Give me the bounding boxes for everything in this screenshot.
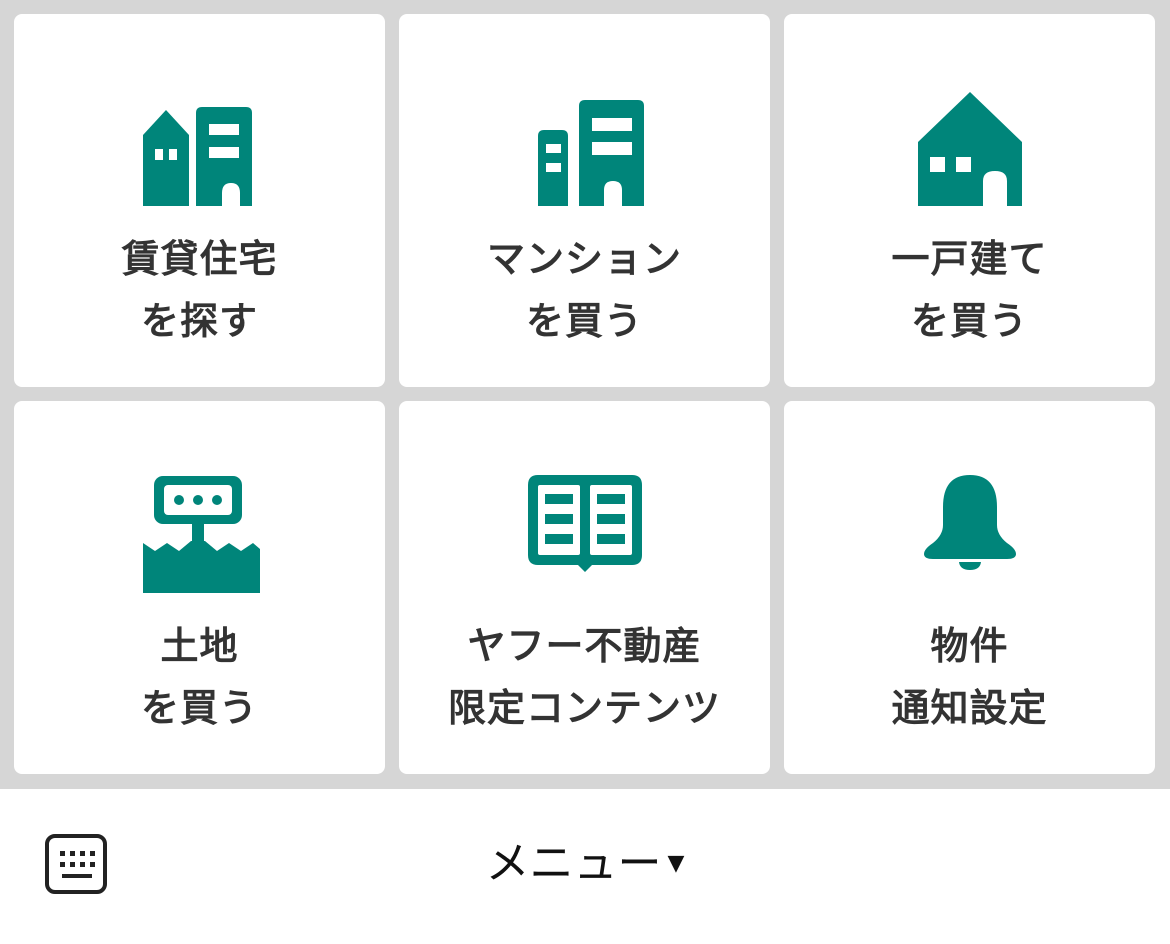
house-icon (905, 76, 1035, 206)
tile-label: 一戸建て を買う (784, 228, 1155, 352)
mansion-buy-tile[interactable]: マンション を買う (399, 14, 770, 387)
tile-label-line2: 通知設定 (891, 686, 1048, 730)
tile-label: 賃貸住宅 を探す (14, 228, 385, 352)
rental-search-tile[interactable]: 賃貸住宅 を探す (14, 14, 385, 387)
tile-label-line2: を買う (910, 299, 1028, 343)
menu-label: メニュー (485, 838, 662, 889)
tile-label: ヤフー不動産 限定コンテンツ (399, 615, 770, 739)
rich-menu-grid: 賃貸住宅 を探す マンション を買う 一戸建て を買う 土地 を買う ヤフー不動… (0, 0, 1170, 789)
exclusive-content-tile[interactable]: ヤフー不動産 限定コンテンツ (399, 401, 770, 774)
bell-icon (905, 463, 1035, 593)
house-buy-tile[interactable]: 一戸建て を買う (784, 14, 1155, 387)
tile-label-line2: を買う (525, 299, 643, 343)
tile-label: 物件 通知設定 (784, 615, 1155, 739)
tile-label: 土地 を買う (14, 615, 385, 739)
menu-toggle-button[interactable]: メニュー ▼ (0, 833, 1170, 895)
tile-label-line1: 一戸建て (891, 237, 1048, 281)
tile-label-line2: を買う (140, 686, 258, 730)
tile-label-line1: 賃貸住宅 (121, 237, 278, 281)
rental-buildings-icon (135, 76, 265, 206)
open-book-icon (520, 463, 650, 593)
tile-label-line2: を探す (140, 299, 258, 343)
tile-label-line1: 物件 (930, 624, 1009, 668)
tile-label-line1: マンション (486, 237, 682, 281)
apartment-building-icon (520, 76, 650, 206)
tile-label-line2: 限定コンテンツ (447, 686, 721, 730)
tile-label: マンション を買う (399, 228, 770, 352)
tile-label-line1: 土地 (160, 624, 239, 668)
notification-settings-tile[interactable]: 物件 通知設定 (784, 401, 1155, 774)
bottom-bar: メニュー ▼ (0, 789, 1170, 944)
land-sign-icon (135, 463, 265, 593)
land-buy-tile[interactable]: 土地 を買う (14, 401, 385, 774)
tile-label-line1: ヤフー不動産 (467, 624, 702, 668)
caret-down-icon: ▼ (667, 851, 685, 876)
